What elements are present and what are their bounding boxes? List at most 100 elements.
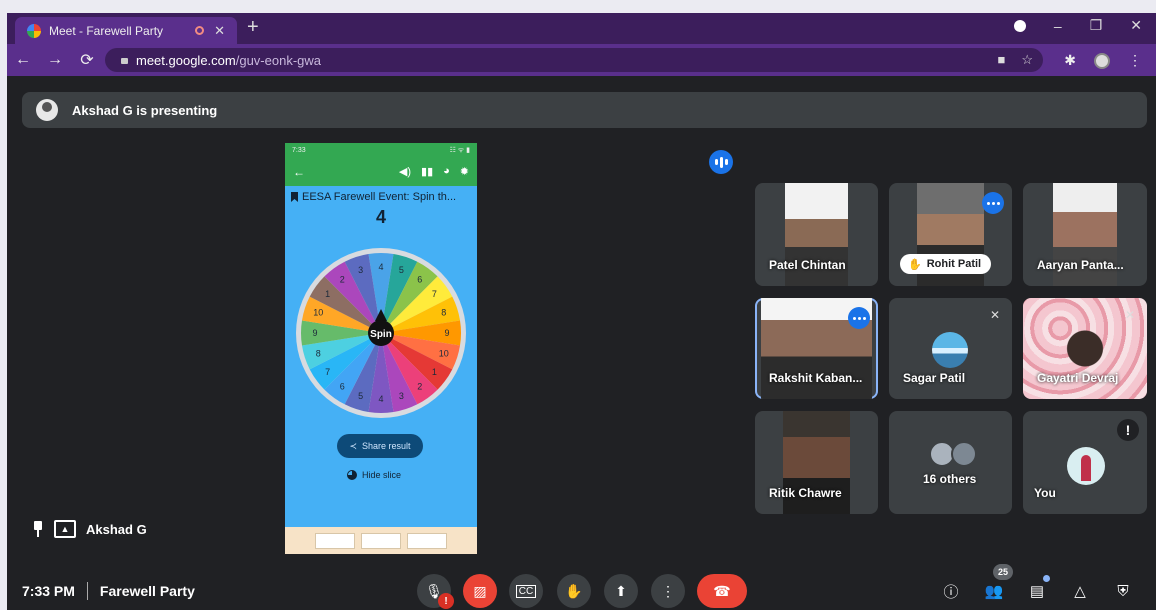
participant-name: Gayatri Devraj [1037, 371, 1119, 385]
tab-close-button[interactable]: ✕ [214, 23, 225, 39]
browser-menu-icon[interactable]: ⋮ [1128, 52, 1142, 69]
shared-screen: 7:33 ☷ ᯤ ▮ ← ◀) ▮▮ ◕ ✹ EESA Farewell Eve… [285, 143, 477, 554]
browser-tab-bar: Meet - Farewell Party ✕ + – ❐ ✕ [7, 13, 1156, 44]
more-vert-icon: ⋮ [661, 582, 675, 599]
participant-tile[interactable]: Aaryan Panta... [1023, 183, 1147, 286]
presenter-name: Akshad G [86, 521, 147, 537]
chat-icon[interactable]: ▤ [1026, 580, 1048, 602]
meeting-info-icon[interactable]: ⓘ [940, 580, 962, 602]
back-arrow-icon[interactable]: ← [7, 51, 39, 69]
participant-tile[interactable]: Ritik Chawre [755, 411, 878, 514]
meeting-details: 7:33 PM Farewell Party [22, 582, 195, 600]
wheel-slice-label: 8 [316, 348, 321, 358]
ad-item-3 [407, 532, 447, 549]
wheel-slice-label: 2 [340, 275, 345, 285]
wheel-slice-label: 9 [444, 328, 449, 338]
hide-slice-option: Hide slice [347, 470, 401, 480]
hide-slice-label: Hide slice [362, 470, 402, 480]
wheel-slice-label: 1 [325, 289, 330, 299]
more-options-button[interactable]: ⋮ [651, 574, 685, 608]
phone-back-arrow-icon: ← [293, 164, 305, 179]
participant-name: Sagar Patil [903, 371, 966, 385]
participant-tile-others[interactable]: 16 others [889, 411, 1012, 514]
participant-tile[interactable]: ✋ Rohit Patil [889, 183, 1012, 286]
participant-tile-you[interactable]: ! You [1023, 411, 1147, 514]
share-result-label: Share result [362, 441, 411, 451]
wheel-slice-label: 7 [432, 289, 437, 299]
wheel-slice-label: 7 [325, 367, 330, 377]
phone-status-icons: ☷ ᯤ ▮ [449, 146, 470, 154]
window-top-strip [0, 0, 1156, 13]
camera-off-button[interactable]: ▨ [463, 574, 497, 608]
browser-right-icons: ✱ ⋮ [1064, 52, 1142, 69]
wheel-slice-label: 5 [358, 391, 363, 401]
presenting-text: Akshad G is presenting [72, 102, 218, 118]
address-bar[interactable]: meet.google.com/guv-eonk-gwa ■ ☆ [105, 48, 1043, 72]
spin-wheel-svg: 4 567891012345678910123 Spin [296, 248, 466, 418]
participant-name: Aaryan Panta... [1037, 258, 1124, 272]
present-now-button[interactable]: ⬆ [604, 574, 638, 608]
browser-tab-meet[interactable]: Meet - Farewell Party ✕ [15, 17, 237, 44]
extensions-puzzle-icon[interactable]: ✱ [1064, 52, 1076, 69]
mic-muted-icon: ✕ [989, 308, 1000, 322]
participant-tile[interactable]: Rakshit Kaban... [755, 298, 878, 399]
speaking-indicator-icon [982, 192, 1004, 214]
people-icon[interactable]: 👥 [983, 580, 1005, 602]
profile-avatar-icon[interactable] [1094, 52, 1110, 69]
others-avatar [951, 441, 977, 467]
url-path: /guv-eonk-gwa [235, 52, 322, 68]
people-count-badge: 25 [993, 564, 1013, 580]
participant-tile[interactable]: ✕ Gayatri Devraj [1023, 298, 1147, 399]
chat-notification-dot [1043, 575, 1050, 582]
bookmark-icon [291, 192, 298, 202]
meeting-name: Farewell Party [99, 583, 195, 599]
captions-button[interactable]: CC [509, 574, 543, 608]
participant-name: Patel Chintan [769, 258, 846, 272]
url-host: meet.google.com [136, 52, 236, 68]
bookmark-star-icon[interactable]: ☆ [1021, 52, 1033, 68]
hand-icon: ✋ [565, 582, 583, 599]
lock-icon [121, 58, 128, 64]
camera-in-use-icon[interactable]: ■ [997, 52, 1005, 68]
pin-icon[interactable] [32, 521, 44, 537]
microphone-button[interactable]: 🎙 ! [417, 574, 454, 609]
wheel-slice-label: 10 [439, 348, 449, 358]
minimize-button[interactable]: – [1054, 18, 1062, 34]
ad-banner [285, 527, 477, 554]
participant-name: Rohit Patil [926, 258, 982, 270]
phone-status-bar: 7:33 ☷ ᯤ ▮ [285, 143, 477, 157]
wheel-slice-label: 3 [399, 391, 404, 401]
wheel-slice-label: 4 [378, 262, 383, 272]
mic-warning-badge: ! [438, 593, 454, 609]
wheel-slice-label: 3 [358, 265, 363, 275]
raised-hand-badge: ✋ Rohit Patil [900, 254, 992, 274]
close-window-button[interactable]: ✕ [1130, 17, 1142, 34]
captions-icon: CC [515, 584, 537, 598]
wheel-slice-label: 4 [378, 394, 383, 404]
raised-hand-icon: ✋ [908, 258, 922, 271]
browser-toolbar: ← → ⟳ meet.google.com/guv-eonk-gwa ■ ☆ ✱… [7, 44, 1156, 76]
participant-tile[interactable]: ✕ Sagar Patil [889, 298, 1012, 399]
mic-muted-icon: ✕ [1124, 308, 1135, 322]
window-controls: – ❐ ✕ [1013, 17, 1142, 34]
tab-search-icon[interactable] [1013, 19, 1026, 32]
participant-avatar [1067, 447, 1105, 485]
alert-icon[interactable]: ! [1117, 419, 1139, 441]
leave-call-button[interactable]: ☎ [697, 574, 747, 608]
host-controls-shield-icon[interactable]: ⛨ [1112, 580, 1134, 602]
wheel-slice-label: 6 [417, 275, 422, 285]
restore-button[interactable]: ❐ [1090, 17, 1103, 34]
hide-slice-pie-icon [347, 470, 357, 480]
current-time: 7:33 PM [22, 583, 75, 599]
forward-arrow-icon[interactable]: → [39, 51, 71, 69]
omnibox-icons: ■ ☆ [997, 52, 1033, 68]
raise-hand-button[interactable]: ✋ [557, 574, 591, 608]
new-tab-button[interactable]: + [247, 16, 259, 39]
participant-tile[interactable]: Patel Chintan [755, 183, 878, 286]
activities-icon[interactable]: △ [1069, 580, 1091, 602]
reload-icon[interactable]: ⟳ [71, 50, 103, 70]
event-title-row: EESA Farewell Event: Spin th... [285, 186, 477, 203]
presenter-avatar [36, 99, 58, 121]
wheel-slice-label: 10 [313, 308, 323, 318]
end-call-icon: ☎ [713, 582, 731, 599]
